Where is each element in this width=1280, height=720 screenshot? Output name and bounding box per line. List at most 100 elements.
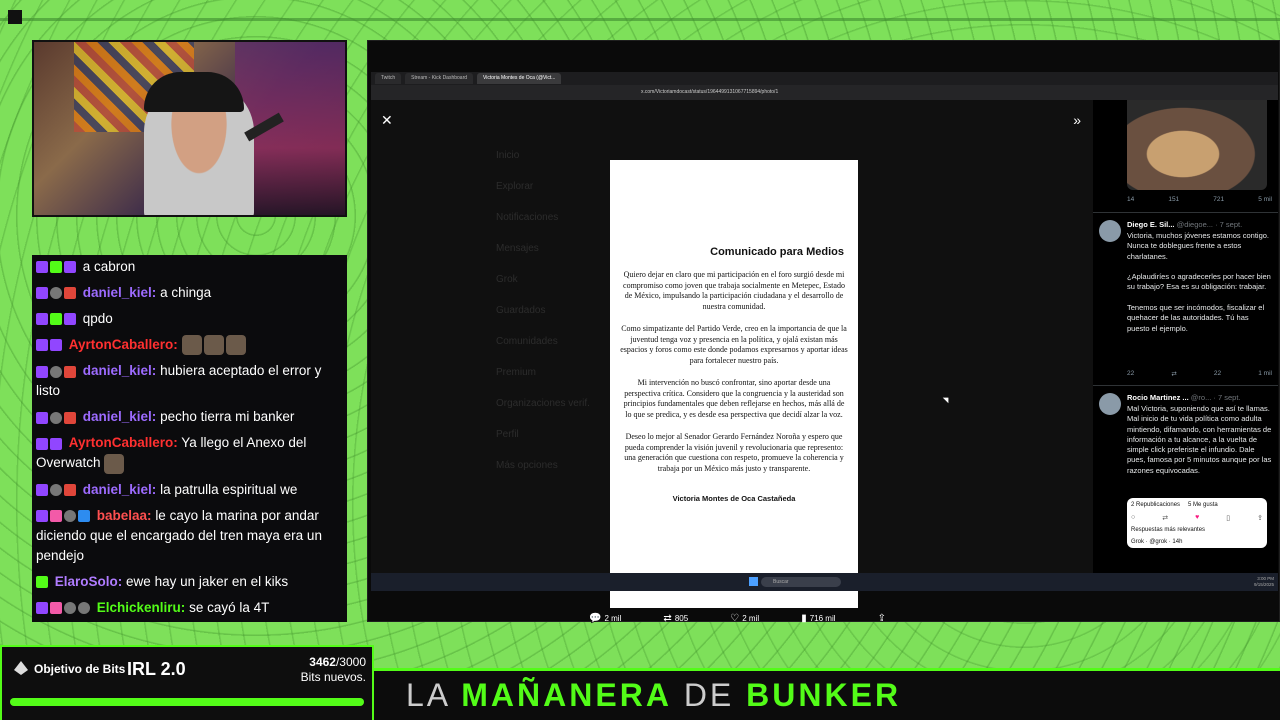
view-count[interactable]: 5 mil: [1258, 196, 1272, 203]
divider: [1093, 385, 1278, 386]
chat-message: babelaa: le cayo la marina por andar dic…: [36, 506, 343, 566]
chat-username[interactable]: daniel_kiel:: [83, 285, 157, 300]
chat-emotes: [181, 335, 248, 356]
mouse-cursor: [942, 394, 952, 404]
likes-stat[interactable]: ♡ 2 mil: [730, 613, 759, 624]
show-title: LA MAÑANERA DE BUNKER: [406, 677, 901, 714]
bits-current: 3462: [309, 655, 336, 669]
tweet-actions: 14 151 721 5 mil: [1127, 196, 1272, 203]
views-count: 716 mil: [809, 614, 836, 623]
chat-username[interactable]: babelaa:: [97, 508, 152, 523]
emote-icon: [104, 453, 125, 474]
chat-username[interactable]: Elchickenliru:: [97, 600, 186, 615]
repost-count[interactable]: 151: [1168, 196, 1179, 203]
doc-paragraph: Deseo lo mejor al Senador Gerardo Fernán…: [624, 432, 844, 473]
share-icon: ⇪: [877, 613, 886, 624]
url-text[interactable]: x.com/Victoriamdocast/status/19644991310…: [641, 89, 778, 95]
reply-icon[interactable]: ○: [1131, 514, 1135, 522]
reposts-count: 805: [674, 614, 689, 623]
tweet-author[interactable]: Diego E. Sil... @diegoe... · 7 sept.: [1127, 220, 1242, 229]
nav-item[interactable]: Guardados: [496, 295, 590, 326]
chat-message: AyrtonCaballero:: [36, 335, 343, 356]
streamer-cap: [144, 72, 244, 112]
views-stat[interactable]: ▮ 716 mil: [801, 613, 835, 624]
nav-item[interactable]: Comunidades: [496, 326, 590, 357]
chat-text: a cabron: [82, 259, 136, 274]
bits-gem-icon: [14, 661, 28, 675]
emote-icon: [203, 335, 224, 356]
taskbar-search[interactable]: Buscar: [761, 577, 841, 587]
browser-tab-active[interactable]: Victoria Montes de Oca (@Vict...: [477, 73, 562, 84]
nav-item[interactable]: Perfil: [496, 419, 590, 450]
nav-item[interactable]: Notificaciones: [496, 202, 590, 233]
nav-item[interactable]: Premium: [496, 357, 590, 388]
nav-item[interactable]: Explorar: [496, 171, 590, 202]
address-bar[interactable]: x.com/Victoriamdocast/status/19644991310…: [371, 85, 1278, 100]
windows-start-icon[interactable]: [749, 577, 758, 586]
expand-icon[interactable]: »: [1073, 112, 1081, 128]
view-count[interactable]: 1 mil: [1258, 370, 1272, 378]
heart-icon: ♡: [730, 613, 740, 624]
share-icon[interactable]: ⇪: [1257, 514, 1263, 522]
chat-text: se cayó la 4T: [189, 599, 270, 615]
nav-item[interactable]: Más opciones: [496, 450, 590, 481]
x-page-dimmed: Inicio Explorar Notificaciones Mensajes …: [371, 100, 1093, 624]
bookmark-icon[interactable]: ▯: [1226, 514, 1230, 522]
chat-username[interactable]: daniel_kiel:: [83, 363, 157, 378]
chat-badges: [36, 313, 76, 326]
chat-username[interactable]: daniel_kiel:: [83, 482, 157, 497]
chat-username[interactable]: daniel_kiel:: [83, 409, 157, 424]
bits-goal-title: IRL 2.0: [127, 659, 186, 679]
doc-signature: Victoria Montes de Oca Castañeda: [672, 494, 796, 503]
browser-tab[interactable]: Twitch: [375, 73, 402, 84]
like-summary[interactable]: 5 Me gusta: [1188, 502, 1218, 508]
share-button[interactable]: ⇪: [878, 613, 889, 624]
top-divider: [0, 18, 1280, 21]
repost-summary[interactable]: 2 Republicaciones: [1131, 502, 1180, 508]
press-release-image: Comunicado para Medios Quiero dejar en c…: [610, 160, 858, 608]
banner-word: DE: [683, 677, 735, 713]
chat-text: a chinga: [160, 285, 212, 300]
clock-time: 3:00 PM: [1257, 576, 1274, 581]
likes-count: 2 mil: [742, 614, 760, 623]
reply-count[interactable]: 14: [1127, 196, 1134, 203]
chat-username[interactable]: AyrtonCaballero:: [69, 435, 178, 450]
x-sidebar-nav: Inicio Explorar Notificaciones Mensajes …: [496, 140, 590, 481]
heart-icon[interactable]: ♥: [1195, 514, 1199, 522]
chat-message: qpdo: [36, 309, 343, 329]
chat-username[interactable]: ElaroSolo:: [55, 574, 123, 589]
repost-icon[interactable]: ⇄: [1162, 514, 1168, 522]
like-count[interactable]: 721: [1213, 196, 1224, 203]
clock-date: 9/15/2025: [1253, 582, 1274, 587]
sort-dropdown[interactable]: Respuestas más relevantes: [1131, 527, 1263, 533]
author-name: Diego E. Sil...: [1127, 220, 1175, 229]
chat-username[interactable]: AyrtonCaballero:: [69, 337, 178, 352]
grok-reply[interactable]: Grok · @grok · 14h: [1131, 539, 1263, 545]
avatar[interactable]: [1099, 220, 1121, 242]
like-count[interactable]: 22: [1214, 370, 1221, 378]
nav-item[interactable]: Grok: [496, 264, 590, 295]
screen-share: Twitch Stream - Kick Dashboard Victoria …: [367, 40, 1280, 624]
emote-icon: [225, 335, 246, 356]
chat-message: daniel_kiel: a chinga: [36, 283, 343, 303]
browser-tab[interactable]: Stream - Kick Dashboard: [405, 73, 474, 84]
nav-item[interactable]: Mensajes: [496, 233, 590, 264]
bits-target: /3000: [335, 655, 366, 669]
popup-card: 2 Republicaciones 5 Me gusta ○ ⇄ ♥ ▯ ⇪ R…: [1127, 498, 1267, 548]
tweet-author[interactable]: Rocio Martinez ... @ro... · 7 sept.: [1127, 393, 1241, 402]
repost-icon[interactable]: ⇄: [1171, 370, 1176, 378]
replies-stat[interactable]: 💬 2 mil: [589, 613, 621, 624]
nav-item[interactable]: Inicio: [496, 140, 590, 171]
chat-badges: [36, 576, 48, 589]
reposts-stat[interactable]: ⇄ 805: [663, 613, 688, 624]
close-icon[interactable]: ✕: [381, 112, 393, 129]
tweet-body: Mal Victoria, suponiendo que así te llam…: [1127, 404, 1272, 475]
nav-item[interactable]: Organizaciones verif.: [496, 388, 590, 419]
reply-count[interactable]: 22: [1127, 370, 1134, 378]
chat-badges: [36, 602, 90, 615]
chat-text: pecho tierra mi banker: [160, 409, 295, 425]
corner-square: [8, 10, 22, 24]
bits-progress-bar: [10, 698, 364, 706]
avatar[interactable]: [1099, 393, 1121, 415]
tweet-media-thumbnail[interactable]: [1127, 100, 1267, 190]
